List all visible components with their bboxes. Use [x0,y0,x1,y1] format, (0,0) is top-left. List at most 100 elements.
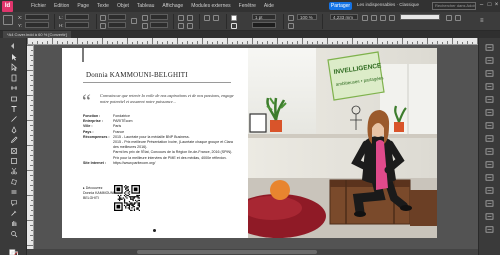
fit-frame-icon[interactable] [380,15,386,21]
free-transform-icon[interactable] [10,178,18,186]
text-wrap-icon[interactable] [485,161,494,168]
share-button[interactable]: Partager [329,2,352,10]
scale-y-icon[interactable] [100,23,106,29]
drop-shadow-icon[interactable] [288,23,294,29]
properties-panel-icon[interactable] [485,226,494,233]
rotate-cw-icon[interactable] [178,15,184,21]
note-icon[interactable] [10,199,18,207]
menu-item[interactable]: Affichage [162,3,183,9]
menu-item[interactable]: Page [77,3,89,9]
shear-icon[interactable] [142,23,148,29]
line-tool-icon[interactable] [10,115,18,123]
links-panel-icon[interactable] [485,70,494,77]
ruler-tick [307,41,308,44]
minimize-icon[interactable]: – [478,1,485,10]
center-content-icon[interactable] [389,15,395,21]
maximize-icon[interactable]: □ [486,1,493,10]
menu-item[interactable]: Aide [264,3,274,9]
x-field[interactable] [25,14,49,20]
scale-x-field[interactable] [108,14,126,20]
gradient-icon[interactable] [10,188,18,196]
ruler-tick [31,160,33,161]
rotate-ccw-icon[interactable] [187,15,193,21]
select-content-icon[interactable] [213,15,219,21]
horizontal-scrollbar[interactable] [27,249,478,255]
rectangle-tool-icon[interactable] [10,157,18,165]
height-field[interactable] [65,22,89,28]
workspace-selector[interactable]: Les indispensables · Classique [357,2,419,7]
shear-field[interactable] [150,22,168,28]
panel-collapse-icon[interactable] [10,42,18,50]
scale-x-icon[interactable] [100,15,106,21]
page-tool-icon[interactable] [10,74,18,82]
scissors-icon[interactable] [10,167,18,175]
stock-search-input[interactable]: Rechercher dans Adobe Stock [432,2,476,10]
reference-point-icon[interactable] [3,15,13,25]
layers-panel-icon[interactable] [485,57,494,64]
pathfinder-icon[interactable] [485,187,494,194]
vertical-ruler[interactable] [27,45,34,255]
cc-libraries-icon[interactable] [485,122,494,129]
auto-fit-icon[interactable] [362,15,368,21]
content-collector-icon[interactable] [10,95,18,103]
align-panel-icon[interactable] [485,174,494,181]
menu-item[interactable]: Tableau [137,3,155,9]
menu-item[interactable]: Edition [54,3,69,9]
selection-tool-icon[interactable] [10,53,18,61]
dimension-field[interactable]: 4,233 mm [330,14,358,20]
opacity-field[interactable]: 100 % [297,14,317,20]
flip-h-icon[interactable] [178,23,184,29]
paragraph-styles-icon[interactable] [485,135,494,142]
stroke-type-field[interactable] [252,22,276,28]
gradient-panel-icon[interactable] [485,213,494,220]
scrollbar-thumb[interactable] [137,250,317,254]
w-label: L: [59,15,63,20]
stroke-panel-icon[interactable] [485,83,494,90]
fill-stroke-icon[interactable] [9,245,18,255]
effects-panel-icon[interactable] [485,200,494,207]
horizontal-ruler[interactable] [27,38,478,45]
character-styles-icon[interactable] [485,148,494,155]
swatches-panel-icon[interactable] [485,96,494,103]
ruler-tick [31,210,33,211]
left-page[interactable]: Donnia KAMMOUNI-BELGHITI “ Convaincue qu… [62,48,248,238]
close-icon[interactable]: × [493,1,500,10]
eyedropper-icon[interactable] [10,209,18,217]
color-panel-icon[interactable] [485,109,494,116]
gap-tool-icon[interactable] [10,84,18,92]
direct-selection-icon[interactable] [10,63,18,72]
menu-item[interactable]: Objet [117,3,129,9]
ruler-tick [27,95,33,96]
type-tool-icon[interactable] [10,105,18,113]
y-field[interactable] [25,22,49,28]
pages-panel-icon[interactable] [485,44,494,51]
rotation-field[interactable] [150,14,168,20]
pencil-tool-icon[interactable] [10,136,18,144]
effects-icon[interactable] [288,15,294,21]
menu-item[interactable]: Fenêtre [239,3,256,9]
wrap-icon[interactable] [446,15,452,21]
fill-swatch-icon[interactable] [231,15,237,21]
ruler-tick [217,41,218,44]
document-tab[interactable]: *A4 Cover.indd à 60 % [Convertir] [3,31,71,38]
rectangle-frame-icon[interactable] [10,147,18,155]
flip-v-icon[interactable] [187,23,193,29]
menu-item[interactable]: Texte [97,3,109,9]
object-style-select[interactable] [400,14,440,20]
width-field[interactable] [65,14,89,20]
stroke-swatch-icon[interactable] [231,23,237,29]
stroke-weight-field[interactable]: 1 pt [252,14,276,20]
grid-icon[interactable] [455,15,461,21]
constrain-icon[interactable] [131,18,137,24]
scale-y-field[interactable] [108,22,126,28]
pen-tool-icon[interactable] [10,126,18,134]
fit-content-icon[interactable] [371,15,377,21]
select-container-icon[interactable] [204,15,210,21]
zoom-icon[interactable] [10,230,18,238]
menu-item[interactable]: Modules externes [191,3,230,9]
menu-item[interactable]: Fichier [31,3,46,9]
rotate-icon[interactable] [142,15,148,21]
right-page-photo[interactable]: INVELLIGENCE ambitieuses • partagées [248,48,437,238]
hand-icon[interactable] [10,219,18,227]
panel-menu-icon[interactable]: ≡ [480,18,486,24]
